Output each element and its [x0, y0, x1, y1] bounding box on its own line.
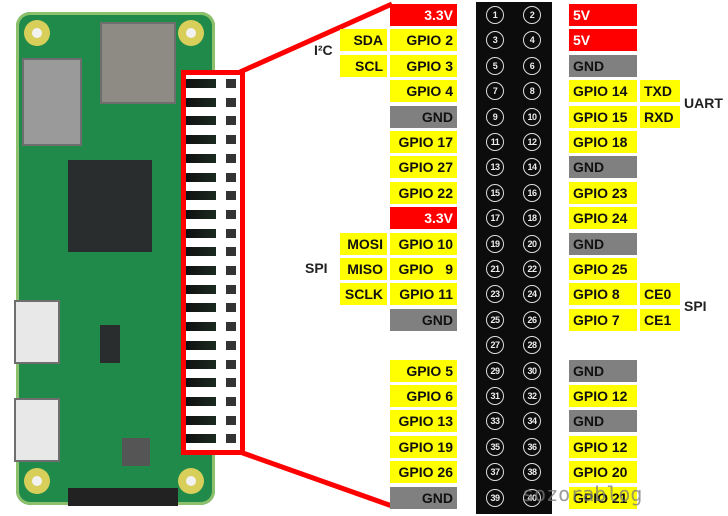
pin-number: 25 [486, 310, 504, 329]
pin-label-right: GPIO 12 [569, 435, 637, 458]
pin-label-left: GPIO 11 [390, 283, 457, 306]
pin-label-right: GND [569, 359, 637, 382]
pin-label-left: 3.3V [390, 4, 457, 26]
pin-label-left: GPIO 17 [390, 131, 457, 153]
pin-label-right: GND [569, 54, 637, 77]
pin-function-left: SCL [340, 54, 387, 77]
pin-number: 12 [523, 133, 541, 151]
watermark: sozorablog [522, 482, 643, 506]
pin-label-left: GPIO 5 [390, 359, 457, 382]
pin-number: 9 [486, 107, 504, 126]
pin-label-left: GPIO 26 [390, 461, 457, 484]
pin-number: 5 [486, 56, 504, 75]
pin-label-left: 3.3V [390, 207, 457, 230]
pin-number: 31 [486, 387, 504, 405]
group-label-uart: UART [684, 95, 723, 111]
pin-label-right: GPIO 18 [569, 131, 637, 153]
pin-function-right: TXD [640, 80, 680, 103]
pin-function-left: SCLK [340, 283, 387, 306]
pin-number: 15 [486, 183, 504, 202]
pin-number: 16 [523, 183, 541, 202]
pin-function-left: SDA [340, 29, 387, 52]
group-label-i2c: I²C [314, 42, 333, 58]
pin-label-right: GPIO 25 [569, 258, 637, 280]
pin-number: 2 [523, 6, 541, 24]
pin-label-right: GPIO 7 [569, 308, 637, 331]
pin-label-right: GPIO 23 [569, 181, 637, 204]
pin-number: 35 [486, 437, 504, 456]
pin-function-left: MISO [340, 258, 387, 280]
zoom-line-bottom [239, 449, 393, 509]
group-label-spi-left: SPI [305, 260, 328, 276]
pin-label-left: GPIO 22 [390, 181, 457, 204]
pin-label-left: GPIO 19 [390, 435, 457, 458]
pin-label-left: GPIO 13 [390, 410, 457, 433]
pin-number: 6 [523, 56, 541, 75]
pin-label-left: GPIO 2 [390, 29, 457, 52]
pin-number: 26 [523, 310, 541, 329]
pin-label-right: GND [569, 232, 637, 255]
pin-label-left: GPIO 3 [390, 54, 457, 77]
pin-number: 39 [486, 488, 504, 507]
pin-label-left: GPIO 6 [390, 385, 457, 407]
pin-label-right: GPIO 14 [569, 80, 637, 103]
pin-function-right: CE1 [640, 308, 680, 331]
pin-function-right: CE0 [640, 283, 680, 306]
pin-number: 29 [486, 361, 504, 380]
pin-label-right: GPIO 12 [569, 385, 637, 407]
pin-number: 11 [486, 133, 504, 151]
pin-header-diagram [476, 2, 552, 514]
group-label-spi-right: SPI [684, 298, 707, 314]
pin-number: 30 [523, 361, 541, 380]
pin-label-right: GPIO 24 [569, 207, 637, 230]
pin-label-right: 5V [569, 4, 637, 26]
pin-label-left: GPIO 10 [390, 232, 457, 255]
pin-number: 21 [486, 260, 504, 278]
pin-label-right: GPIO 8 [569, 283, 637, 306]
pin-number: 19 [486, 234, 504, 253]
pin-label-left: GPIO 4 [390, 80, 457, 103]
pin-label-right: GPIO 15 [569, 105, 637, 128]
pin-number: 32 [523, 387, 541, 405]
pin-number: 20 [523, 234, 541, 253]
pin-number: 1 [486, 6, 504, 24]
pin-number: 36 [523, 437, 541, 456]
pin-label-left: GPIO 27 [390, 156, 457, 179]
pin-label-left: GND [390, 486, 457, 509]
pin-number: 10 [523, 107, 541, 126]
pin-function-right: RXD [640, 105, 680, 128]
pin-label-right: GND [569, 156, 637, 179]
pin-label-right: 5V [569, 29, 637, 52]
pin-number: 22 [523, 260, 541, 278]
pin-label-left: GPIO 9 [390, 258, 457, 280]
pin-label-left: GND [390, 308, 457, 331]
pin-function-left: MOSI [340, 232, 387, 255]
pin-label-right: GPIO 20 [569, 461, 637, 484]
pin-label-left: GND [390, 105, 457, 128]
pin-label-right: GND [569, 410, 637, 433]
